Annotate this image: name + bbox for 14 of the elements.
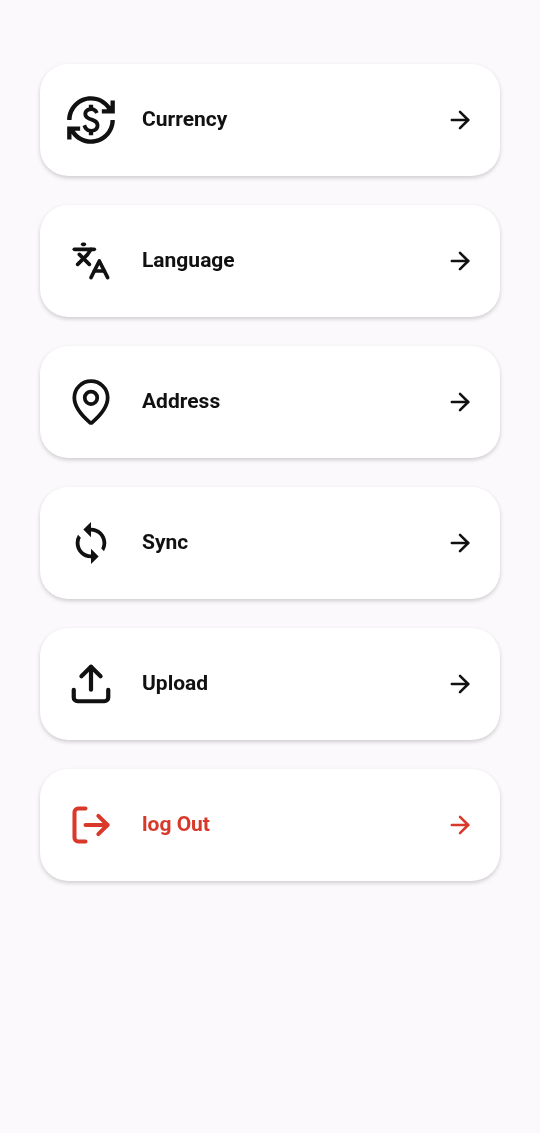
translate-icon	[71, 241, 111, 281]
menu-label: Language	[142, 247, 236, 275]
menu-item[interactable]: Currency	[40, 64, 500, 176]
menu-label: Address	[142, 388, 222, 416]
menu-label: Sync	[142, 529, 190, 557]
menu-item[interactable]: Upload	[40, 628, 500, 740]
menu-label: Upload	[142, 670, 210, 698]
menu-item[interactable]: log Out	[40, 769, 500, 881]
menu-label: log Out	[142, 811, 211, 839]
menu-item[interactable]: Sync	[40, 487, 500, 599]
menu-label: Currency	[142, 106, 229, 134]
menu-item[interactable]: Language	[40, 205, 500, 317]
currency-exchange-icon	[65, 94, 117, 146]
menu-item[interactable]: Address	[40, 346, 500, 458]
